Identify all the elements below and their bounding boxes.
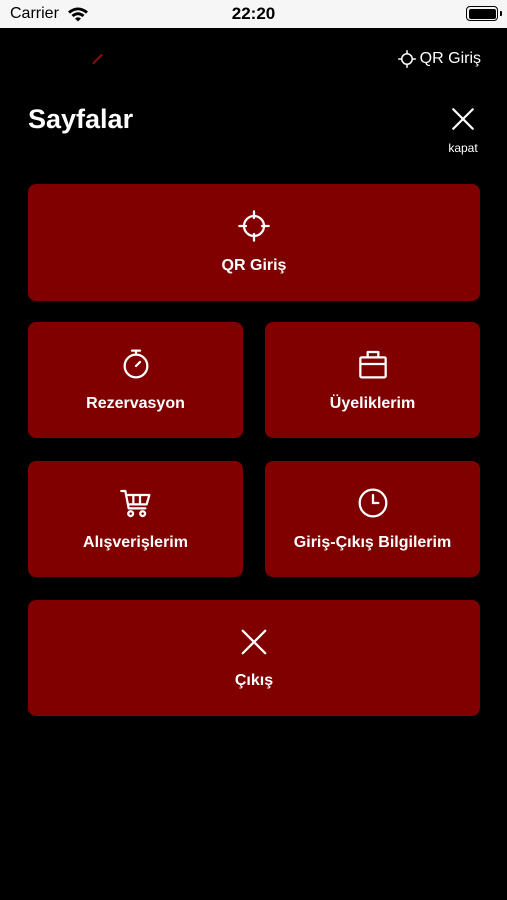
bag-icon: [357, 348, 389, 385]
menu-tile-purchases[interactable]: Alışverişlerim: [28, 461, 243, 577]
status-time: 22:20: [231, 4, 276, 23]
crosshair-icon: [397, 50, 416, 68]
close-icon: [450, 106, 476, 137]
menu-tile-label: Giriş-Çıkış Bilgilerim: [293, 533, 452, 551]
close-button[interactable]: kapat: [444, 106, 482, 155]
decorative-mark: [92, 53, 103, 65]
page-title: Sayfalar: [28, 104, 134, 134]
crosshair-icon: [238, 210, 270, 247]
menu-tile-entry-exit-info[interactable]: Giriş-Çıkış Bilgilerim: [265, 461, 480, 577]
menu-tile-label: Rezervasyon: [86, 394, 185, 412]
menu-tile-reservation[interactable]: Rezervasyon: [28, 322, 243, 438]
menu-tile-label: QR Giriş: [221, 257, 287, 274]
close-icon: [239, 627, 269, 662]
menu-tile-label: Üyeliklerim: [329, 394, 416, 412]
menu-tile-label: Alışverişlerim: [83, 533, 188, 551]
status-bar: Carrier 22:20: [0, 0, 507, 28]
menu-tile-qr-login[interactable]: QR Giriş: [28, 184, 480, 301]
menu-tile-memberships[interactable]: Üyeliklerim: [265, 322, 480, 438]
qr-login-link-label: QR Giriş: [419, 50, 481, 67]
menu-tile-logout[interactable]: Çıkış: [28, 600, 480, 716]
cart-icon: [119, 487, 152, 524]
menu-tile-label: Çıkış: [234, 671, 274, 689]
close-button-label: kapat: [448, 141, 478, 155]
battery-icon: [466, 6, 502, 21]
qr-login-link[interactable]: QR Giriş: [397, 50, 481, 68]
stopwatch-icon: [120, 348, 152, 385]
clock-icon: [357, 487, 389, 524]
